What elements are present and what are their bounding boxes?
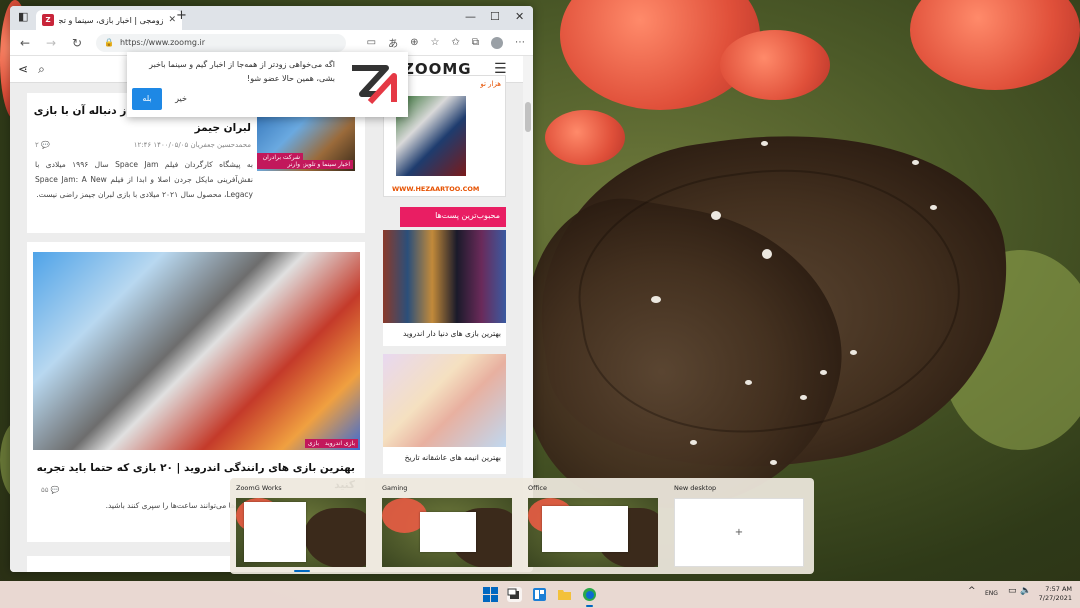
popular-post-title[interactable]: بهترین بازی های دنیا دار اندروید [383, 323, 506, 344]
language-indicator[interactable]: ENG [985, 590, 998, 597]
task-view-icon[interactable] [507, 587, 522, 602]
wing-spot [711, 211, 721, 220]
ad-label: هزار تو [480, 80, 501, 88]
refresh-icon[interactable]: ↻ [70, 36, 84, 50]
popular-posts-heading: محبوب‌ترین پست‌ها [400, 207, 506, 227]
popular-post-image [383, 230, 506, 323]
windows-start-icon[interactable] [483, 587, 498, 602]
reader-icon[interactable]: ▭ [367, 37, 376, 48]
desktop-label: New desktop [674, 484, 717, 492]
translate-icon[interactable]: あ [388, 35, 398, 50]
zoomg-logo-icon [352, 65, 397, 105]
wallpaper-flower [545, 110, 625, 165]
desktop-new[interactable]: New desktop + [674, 484, 806, 567]
popup-yes-button[interactable]: بله [132, 88, 162, 110]
desktop-thumbnail[interactable] [528, 498, 658, 567]
scrollbar-thumb[interactable] [525, 102, 531, 132]
volume-icon[interactable]: 🔈 [1020, 586, 1031, 596]
zoomg-favicon-icon: Z [42, 14, 54, 26]
edge-running-indicator [586, 605, 593, 607]
wing-spot [762, 249, 772, 259]
new-desktop-button[interactable]: + [674, 498, 804, 567]
post-thumbnail[interactable]: بازی اندروید بازی [33, 252, 360, 450]
comment-count: ۲ 💬 [35, 141, 50, 149]
collections-icon[interactable]: ⧉ [472, 37, 479, 48]
subscribe-popup: اگه می‌خواهی زودتر از همه‌جا از اخبار گی… [127, 52, 408, 117]
clock-date: 7/27/2021 [1038, 594, 1072, 602]
popular-post[interactable]: بهترین بازی های دنیا دار اندروید [383, 230, 506, 346]
chevron-up-icon[interactable]: ^ [968, 586, 976, 596]
desktop-thumbnail[interactable] [236, 498, 366, 567]
popup-no-button[interactable]: خیر [169, 88, 193, 110]
thumb-wing [303, 508, 366, 567]
desktop-label: Office [528, 484, 547, 492]
tab-actions-icon[interactable]: ◧ [18, 10, 28, 23]
tab-title: زومجی | اخبار بازی، سینما و تجربه [59, 15, 164, 25]
post-tag[interactable]: شرکت برادران وارنر [257, 153, 303, 169]
wing-spot [930, 205, 937, 210]
thumb-window [244, 502, 306, 562]
wallpaper-flower [910, 0, 1080, 90]
browser-tab[interactable]: Z زومجی | اخبار بازی، سینما و تجربه ✕ [36, 10, 182, 30]
zoom-icon[interactable]: ⊕ [410, 37, 418, 48]
close-window-icon[interactable]: ✕ [515, 10, 524, 23]
wing-spot [912, 160, 919, 165]
popular-post-title[interactable]: بهترین انیمه های عاشقانه تاریخ [383, 447, 506, 468]
wing-spot [651, 296, 661, 303]
thumb-window [542, 506, 628, 552]
wing-spot [850, 350, 857, 355]
desktop-label: Gaming [382, 484, 408, 492]
minimize-icon[interactable]: — [465, 10, 476, 23]
wing-spot [820, 370, 827, 375]
more-icon[interactable]: ⋯ [515, 37, 525, 48]
wing-spot [770, 460, 777, 465]
tab-bar: ◧ Z زومجی | اخبار بازی، سینما و تجربه ✕ … [10, 6, 533, 30]
wallpaper-flower [720, 30, 830, 100]
ad-url[interactable]: WWW.HEZAARTOO.COM [392, 185, 479, 193]
wing-spot [761, 141, 768, 146]
thumb-window [420, 512, 476, 552]
post-meta: محمدحسین جعفریان ۱۴۰۰/۰۵/۰۵ ۱۲:۴۶ [133, 141, 251, 149]
taskbar: ^ ENG ▭ 🔈 7:57 AM 7/27/2021 [0, 581, 1080, 608]
popular-post[interactable]: بهترین انیمه های عاشقانه تاریخ [383, 354, 506, 474]
task-view-desktops: ZoomG Works Gaming Office New desktop + [230, 478, 814, 574]
toolbar-icons: ▭ あ ⊕ ☆ ✩ ⧉ ⋯ [367, 35, 525, 50]
file-explorer-icon[interactable] [557, 587, 572, 602]
popular-post-image [383, 354, 506, 447]
maximize-icon[interactable]: ☐ [490, 10, 500, 23]
wing-spot [745, 380, 752, 385]
post-tag[interactable]: بازی [304, 439, 322, 448]
desktop-thumbnail[interactable] [382, 498, 512, 567]
post-excerpt: به پیشگاه کارگردان فیلم Space Jam سال ۱۹… [35, 160, 254, 199]
address-bar[interactable]: 🔒 https://www.zoomg.ir [96, 33, 346, 52]
edge-browser-icon[interactable] [582, 587, 597, 602]
forward-icon[interactable]: → [44, 36, 58, 50]
popup-message: اگه می‌خواهی زودتر از همه‌جا از اخبار گی… [149, 60, 335, 83]
desktop-label: ZoomG Works [236, 484, 282, 492]
wing-spot [800, 395, 807, 400]
active-desktop-indicator [294, 570, 310, 572]
desktop-gaming[interactable]: Gaming [382, 484, 514, 567]
widgets-icon[interactable] [532, 587, 547, 602]
favorites-icon[interactable]: ✩ [451, 37, 459, 48]
comment-count: ۵۵ 💬 [41, 486, 60, 494]
profile-avatar[interactable] [491, 36, 503, 49]
network-icon[interactable]: ▭ [1008, 586, 1017, 596]
search-icon[interactable]: ⌕ [38, 62, 45, 77]
close-tab-icon[interactable]: ✕ [168, 15, 176, 25]
post-tag[interactable]: بازی اندروید [321, 439, 358, 448]
share-icon[interactable]: ⋖ [18, 62, 28, 76]
url-text: https://www.zoomg.ir [119, 38, 205, 47]
favorite-icon[interactable]: ☆ [431, 37, 440, 48]
desktop-zoomg-works[interactable]: ZoomG Works [236, 484, 368, 567]
plus-icon: + [734, 527, 744, 538]
system-clock[interactable]: 7:57 AM 7/27/2021 [1039, 585, 1072, 603]
clock-time: 7:57 AM [1045, 585, 1072, 593]
lock-icon: 🔒 [104, 38, 114, 47]
new-tab-icon[interactable]: + [176, 8, 187, 23]
back-icon[interactable]: ← [18, 36, 32, 50]
wing-spot [690, 440, 697, 445]
desktop-office[interactable]: Office [528, 484, 660, 567]
